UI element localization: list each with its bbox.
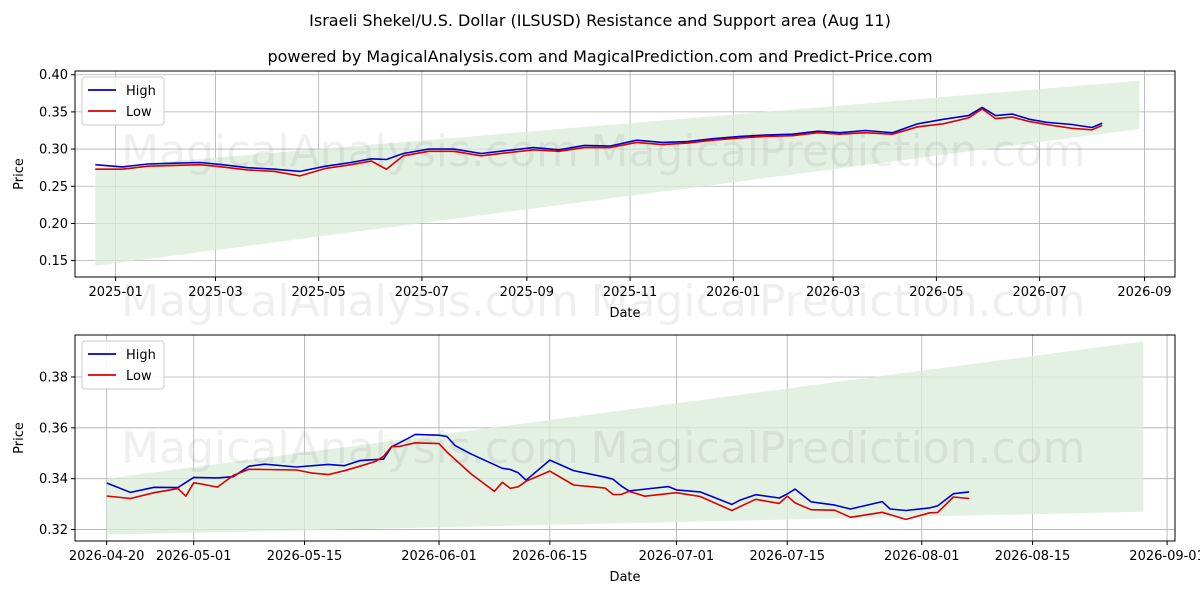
watermark-analysis: MagicalAnalysis.com: [121, 276, 579, 327]
x-tick-label: 2026-05-15: [267, 549, 343, 564]
y-tick-label: 0.15: [39, 254, 68, 269]
y-tick-label: 0.35: [39, 105, 68, 120]
watermark-analysis: MagicalAnalysis.com: [121, 423, 579, 474]
legend-label-low: Low: [126, 369, 152, 384]
x-axis-label: Date: [609, 306, 640, 321]
x-tick-label: 2026-06-15: [512, 549, 588, 564]
x-tick-label: 2026-05: [909, 285, 963, 300]
legend-label-high: High: [126, 84, 156, 99]
x-tick-label: 2025-09: [500, 285, 554, 300]
legend: High Low: [81, 76, 165, 126]
y-tick-label: 0.25: [39, 180, 68, 195]
x-tick-label: 2026-03: [806, 285, 860, 300]
x-tick-label: 2026-05-01: [156, 549, 232, 564]
legend-label-low: Low: [126, 105, 152, 120]
x-tick-label: 2026-09-01: [1129, 549, 1200, 564]
chart-subtitle: powered by MagicalAnalysis.com and Magic…: [267, 47, 932, 66]
x-tick-label: 2026-07-01: [639, 549, 715, 564]
figure: Israeli Shekel/U.S. Dollar (ILSUSD) Resi…: [0, 0, 1200, 600]
x-tick-label: 2026-01: [706, 285, 760, 300]
y-tick-label: 0.40: [39, 68, 68, 83]
watermark-analysis: MagicalAnalysis.com: [121, 126, 579, 177]
x-tick-label: 2025-03: [188, 285, 242, 300]
x-tick-label: 2025-01: [88, 285, 142, 300]
x-tick-label: 2025-11: [603, 285, 657, 300]
y-tick-label: 0.38: [39, 370, 68, 385]
x-tick-label: 2026-08-15: [995, 549, 1071, 564]
x-axis-label: Date: [609, 570, 640, 585]
y-tick-label: 0.32: [39, 523, 68, 538]
x-tick-label: 2025-05: [292, 285, 346, 300]
watermark-prediction: MagicalPrediction.com: [591, 423, 1086, 474]
x-tick-label: 2026-04-20: [69, 549, 145, 564]
x-tick-label: 2026-06-01: [401, 549, 477, 564]
y-tick-label: 0.30: [39, 143, 68, 158]
x-tick-label: 2026-07-15: [749, 549, 825, 564]
watermark-prediction: MagicalPrediction.com: [591, 276, 1086, 327]
x-tick-label: 2025-07: [395, 285, 449, 300]
y-axis-label: Price: [12, 422, 27, 454]
x-tick-label: 2026-09: [1117, 285, 1171, 300]
y-tick-label: 0.20: [39, 217, 68, 232]
x-tick-label: 2026-07: [1012, 285, 1066, 300]
y-tick-label: 0.36: [39, 421, 68, 436]
legend: High Low: [81, 340, 165, 390]
x-tick-label: 2026-08-01: [884, 549, 960, 564]
y-axis-label: Price: [12, 158, 27, 190]
y-tick-label: 0.34: [39, 472, 68, 487]
legend-label-high: High: [126, 348, 156, 363]
chart-title: Israeli Shekel/U.S. Dollar (ILSUSD) Resi…: [309, 11, 891, 30]
